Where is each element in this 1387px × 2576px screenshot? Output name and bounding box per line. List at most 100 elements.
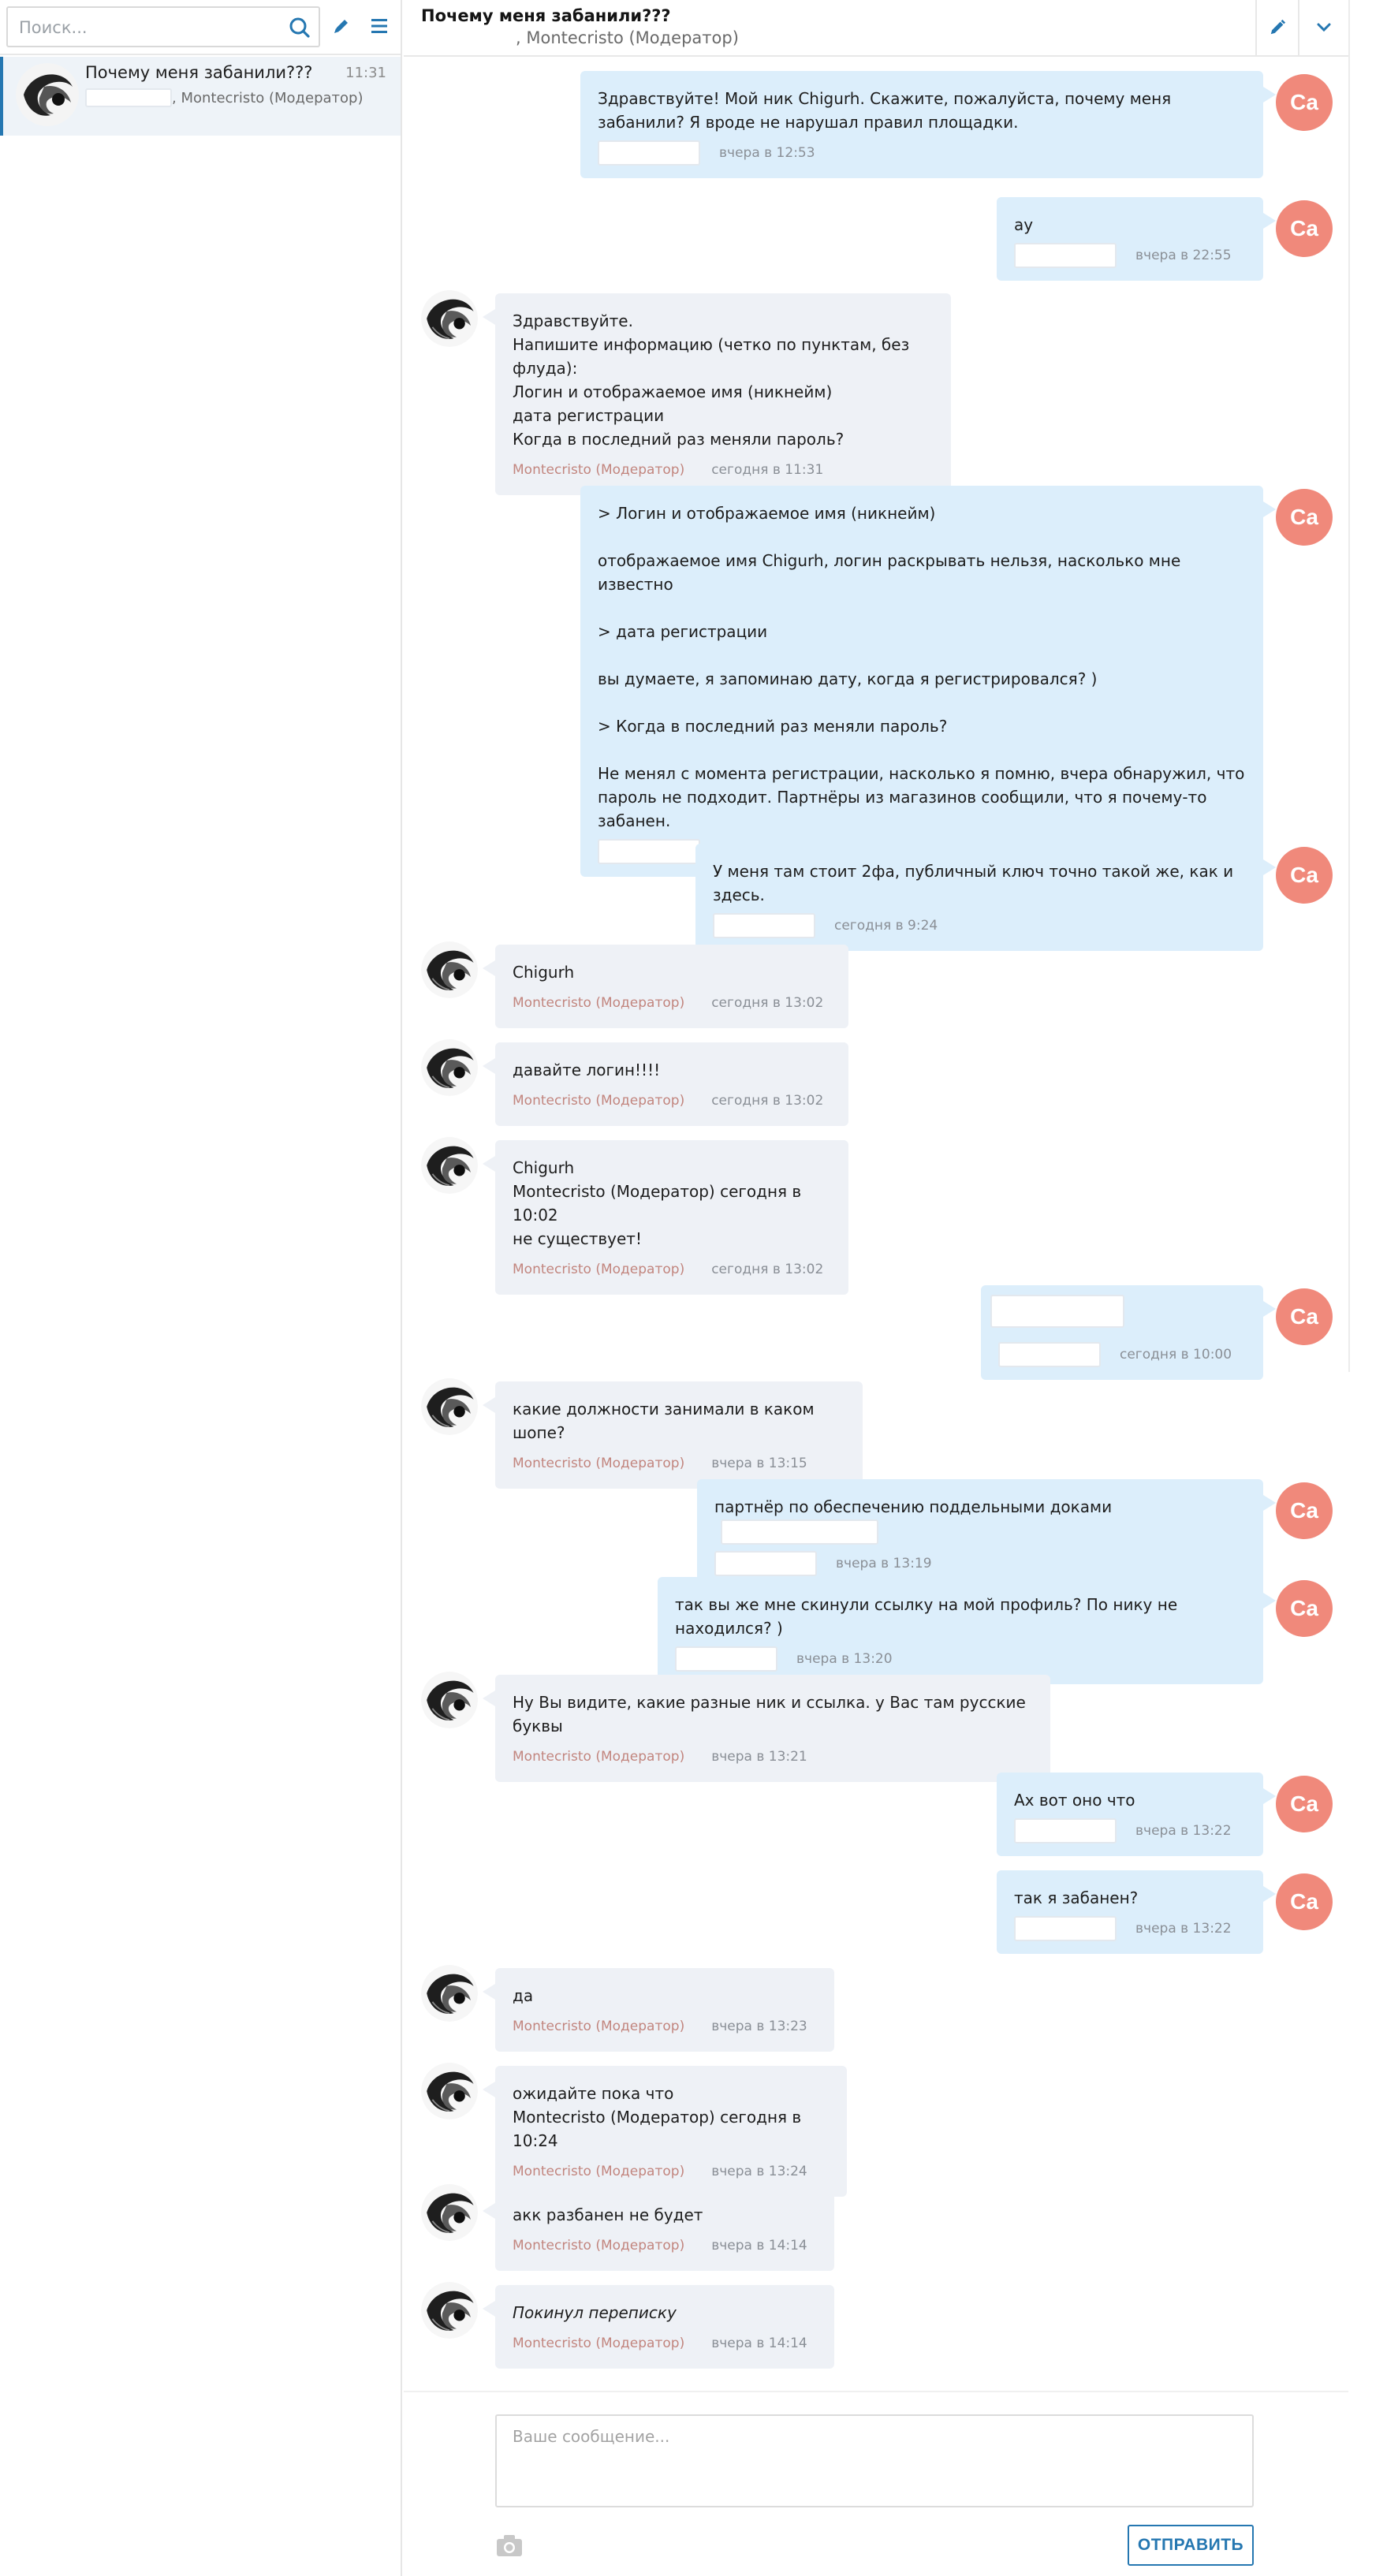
- message-composer: [495, 2414, 1254, 2507]
- redacted-author: [713, 913, 815, 938]
- message-meta: вчера в 13:20: [675, 1646, 1246, 1672]
- pencil-icon[interactable]: [1255, 0, 1298, 55]
- message-author[interactable]: Montecristo (Модератор): [513, 1745, 684, 1769]
- avatar[interactable]: [421, 1378, 478, 1435]
- message-author[interactable]: Montecristo (Модератор): [513, 1258, 684, 1281]
- message-bubble: партнёр по обеспечению поддельными докам…: [697, 1479, 1276, 1589]
- avatar[interactable]: [421, 1137, 478, 1194]
- search-icon[interactable]: [287, 15, 312, 40]
- message-time[interactable]: вчера в 13:24: [711, 2160, 807, 2183]
- message-time[interactable]: вчера в 13:20: [796, 1647, 893, 1671]
- avatar[interactable]: Ca: [1276, 1873, 1333, 1930]
- message-time[interactable]: вчера в 13:22: [1135, 1917, 1232, 1940]
- message-bubble: У меня там стоит 2фа, публичный ключ точ…: [695, 844, 1276, 951]
- message-author[interactable]: Montecristo (Модератор): [513, 2332, 684, 2355]
- message-text: Покинул переписку: [513, 2303, 677, 2322]
- message-time[interactable]: вчера в 22:55: [1135, 244, 1232, 267]
- avatar[interactable]: [421, 2282, 478, 2339]
- message-input[interactable]: [497, 2416, 1252, 2506]
- message-text: ожидайте пока что Montecristo (Модератор…: [513, 2084, 802, 2150]
- message-bubble: Ах вот оно что вчера в 13:22: [997, 1773, 1276, 1856]
- send-button[interactable]: ОТПРАВИТЬ: [1128, 2525, 1254, 2566]
- avatar[interactable]: Ca: [1276, 1580, 1333, 1637]
- message-meta: вчера в 22:55: [1014, 243, 1246, 268]
- message-time[interactable]: вчера в 13:22: [1135, 1819, 1232, 1843]
- redacted-author: [714, 1550, 817, 1576]
- message-meta: вчера в 12:53: [598, 140, 1246, 166]
- avatar[interactable]: [421, 941, 478, 998]
- message-author[interactable]: Montecristo (Модератор): [513, 991, 684, 1015]
- message-time[interactable]: сегодня в 13:02: [711, 1258, 823, 1281]
- message-time[interactable]: вчера в 13:15: [711, 1452, 807, 1475]
- avatar[interactable]: [421, 2063, 478, 2119]
- message-time[interactable]: вчера в 14:14: [711, 2332, 807, 2355]
- page-title: Почему меня забанили???: [421, 6, 671, 25]
- avatar[interactable]: Ca: [1276, 489, 1333, 546]
- message-bubble: ожидайте пока что Montecristo (Модератор…: [483, 2066, 847, 2197]
- message-time[interactable]: вчера в 13:21: [711, 1745, 807, 1769]
- message-time[interactable]: вчера в 14:14: [711, 2234, 807, 2257]
- sidebar: Почему меня забанили??? 11:31 , Montecri…: [0, 0, 402, 2576]
- avatar[interactable]: Ca: [1276, 74, 1333, 131]
- message-text: так я забанен?: [1014, 1888, 1139, 1907]
- avatar[interactable]: [421, 290, 478, 347]
- message-meta: Montecristo (Модератор) вчера в 13:15: [513, 1451, 845, 1476]
- message-bubble: сегодня в 10:00: [981, 1285, 1276, 1380]
- search-input[interactable]: [19, 16, 271, 39]
- message-list: Здравствуйте! Мой ник Chigurh. Скажите, …: [404, 57, 1348, 2391]
- message-meta: Montecristo (Модератор) вчера в 13:24: [513, 2159, 830, 2184]
- camera-icon[interactable]: [494, 2529, 525, 2561]
- avatar[interactable]: [421, 1672, 478, 1728]
- message-author[interactable]: Montecristo (Модератор): [513, 2015, 684, 2038]
- avatar[interactable]: [421, 1039, 478, 1096]
- conversation-members-text: , Montecristo (Модератор): [172, 89, 364, 106]
- message-time[interactable]: сегодня в 9:24: [834, 914, 938, 938]
- message-time[interactable]: вчера в 13:23: [711, 2015, 807, 2038]
- message-time[interactable]: сегодня в 11:31: [711, 458, 823, 482]
- message-bubble: Chigurh Montecristo (Модератор) сегодня …: [483, 1140, 848, 1295]
- message-text: Chigurh: [513, 963, 575, 982]
- message-time[interactable]: вчера в 13:19: [836, 1552, 932, 1575]
- message-bubble: Chigurh Montecristo (Модератор) сегодня в …: [483, 945, 848, 1028]
- divider: [1348, 0, 1350, 1372]
- avatar[interactable]: Ca: [1276, 1482, 1333, 1539]
- redacted-text: [990, 1295, 1124, 1328]
- message-bubble: акк разбанен не будет Montecristo (Модера…: [483, 2187, 834, 2271]
- message-author[interactable]: Montecristo (Модератор): [513, 458, 684, 482]
- redacted-name: [85, 88, 172, 107]
- message-text: да: [513, 1986, 534, 2005]
- avatar[interactable]: [421, 2184, 478, 2241]
- message-meta: вчера в 13:22: [1014, 1916, 1246, 1941]
- redacted-author: [598, 140, 700, 166]
- message-bubble: так я забанен? вчера в 13:22: [997, 1870, 1276, 1954]
- message-time[interactable]: вчера в 12:53: [719, 141, 815, 165]
- message-author[interactable]: Montecristo (Модератор): [513, 2234, 684, 2257]
- chevron-down-icon[interactable]: [1298, 0, 1348, 55]
- avatar[interactable]: Ca: [1276, 847, 1333, 904]
- compose-icon[interactable]: [330, 14, 353, 38]
- message-bubble: да Montecristo (Модератор) вчера в 13:23: [483, 1968, 834, 2052]
- message-text: Ну Вы видите, какие разные ник и ссылка.…: [513, 1693, 1031, 1735]
- message-time[interactable]: сегодня в 10:00: [1120, 1343, 1232, 1366]
- avatar[interactable]: Ca: [1276, 200, 1333, 257]
- message-meta: сегодня в 9:24: [713, 913, 1246, 938]
- menu-icon[interactable]: [367, 14, 391, 38]
- redacted-author: [675, 1646, 777, 1672]
- message-text: > Логин и отображаемое имя (никнейм) ото…: [598, 504, 1245, 830]
- message-meta: Montecristo (Модератор) сегодня в 13:02: [513, 1257, 831, 1282]
- message-author[interactable]: Montecristo (Модератор): [513, 1089, 684, 1113]
- message-text: Здравствуйте. Напишите информацию (четко…: [513, 311, 910, 449]
- conversation-item[interactable]: Почему меня забанили??? 11:31 , Montecri…: [0, 57, 401, 136]
- redacted-author: [998, 1342, 1101, 1367]
- message-time[interactable]: сегодня в 13:02: [711, 991, 823, 1015]
- message-time[interactable]: сегодня в 13:02: [711, 1089, 823, 1113]
- message-meta: Montecristo (Модератор) вчера в 13:23: [513, 2014, 817, 2039]
- message-text: У меня там стоит 2фа, публичный ключ точ…: [713, 862, 1239, 904]
- avatar[interactable]: Ca: [1276, 1288, 1333, 1345]
- message-bubble: давайте логин!!!! Montecristo (Модератор)…: [483, 1042, 848, 1126]
- message-bubble: > Логин и отображаемое имя (никнейм) ото…: [580, 486, 1276, 877]
- message-author[interactable]: Montecristo (Модератор): [513, 1452, 684, 1475]
- message-author[interactable]: Montecristo (Модератор): [513, 2160, 684, 2183]
- avatar[interactable]: Ca: [1276, 1776, 1333, 1832]
- avatar[interactable]: [421, 1965, 478, 2022]
